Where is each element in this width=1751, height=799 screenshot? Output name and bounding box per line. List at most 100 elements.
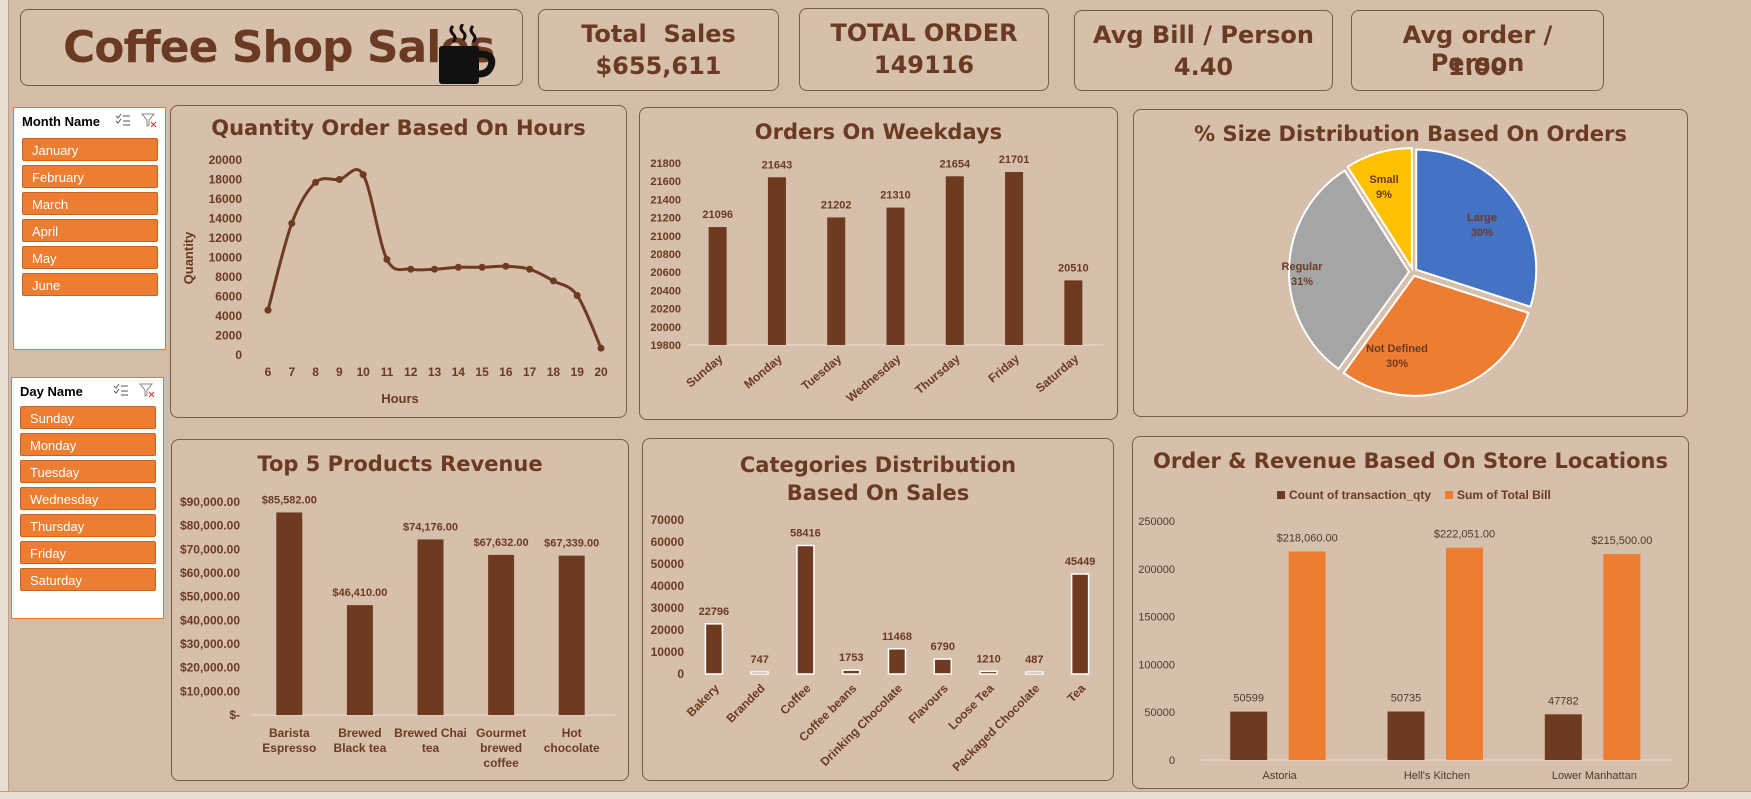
categories-bar-chart: 0 10000 20000 30000 40000 50000 60000 70000 2279…: [651, 513, 1096, 774]
y-tick-label: 4000: [215, 309, 242, 323]
x-tick-label: Flavours: [906, 681, 951, 726]
y-tick-label: 20000: [651, 623, 685, 637]
data-point: [383, 255, 391, 263]
slicer-item-january[interactable]: January: [22, 138, 158, 161]
slicer-item-sunday[interactable]: Sunday: [20, 406, 156, 429]
bar: [933, 658, 953, 675]
slicer-item-may[interactable]: May: [22, 246, 158, 269]
slicer-item-february[interactable]: February: [22, 165, 158, 188]
y-tick-label: 250000: [1138, 516, 1175, 528]
bar: [887, 648, 907, 675]
multi-select-icon[interactable]: [115, 113, 131, 127]
slicer-item-tuesday[interactable]: Tuesday: [20, 460, 156, 483]
slicer-item-monday[interactable]: Monday: [20, 433, 156, 456]
bar: [979, 670, 998, 675]
series-line: [266, 168, 603, 349]
slicer-item-wednesday[interactable]: Wednesday: [20, 487, 156, 510]
data-point: [454, 263, 462, 271]
x-tick-label: 10: [356, 365, 370, 379]
y-tick-label: 40000: [651, 579, 685, 593]
kpi-value: $655,611: [595, 52, 722, 80]
x-tick-label: 19: [571, 365, 585, 379]
y-tick-label: 100000: [1138, 659, 1175, 671]
month-slicer-header: Month Name: [22, 114, 100, 129]
x-tick-label: Branded: [723, 681, 767, 725]
clear-filter-icon[interactable]: [141, 113, 157, 127]
y-tick-label: 30000: [651, 601, 685, 615]
x-tick-label: 18: [547, 365, 561, 379]
bar: [1230, 711, 1268, 760]
y-tick-label: $-: [229, 708, 240, 722]
data-label: 6790: [931, 641, 955, 653]
x-tick-label: Hell's Kitchen: [1404, 770, 1470, 782]
x-tick-label: Brewed: [338, 726, 381, 740]
day-slicer-header: Day Name: [20, 384, 83, 399]
kpi-value: 1.00: [1447, 53, 1508, 81]
x-tick-label: Friday: [985, 351, 1022, 385]
bar: [796, 544, 815, 675]
data-label: 21654: [939, 158, 970, 170]
stores-chart-card: Order & Revenue Based On Store Locations…: [1132, 436, 1689, 789]
clear-filter-icon[interactable]: [139, 383, 155, 397]
data-label: $218,060.00: [1277, 533, 1338, 545]
y-tick-label: $90,000.00: [180, 495, 240, 509]
data-point: [335, 176, 343, 183]
data-label: 1210: [976, 653, 1000, 665]
data-point: [549, 277, 557, 285]
x-tick-label: Astoria: [1263, 770, 1298, 782]
slicer-item-friday[interactable]: Friday: [20, 541, 156, 564]
x-tick-label: 16: [499, 365, 513, 379]
data-label: 747: [750, 654, 768, 666]
x-tick-label: 12: [404, 365, 418, 379]
data-label: 50735: [1391, 692, 1422, 704]
bar: [1544, 714, 1582, 760]
data-label: 21310: [880, 190, 911, 202]
kpi-value: 4.40: [1173, 53, 1234, 81]
slice-label: Regular: [1282, 261, 1324, 273]
bar: [767, 177, 786, 345]
x-tick-label: 13: [428, 365, 442, 379]
weekday-bar-chart: 19800 20000 20200 20400 20600 20800 21000 21200…: [650, 154, 1103, 405]
weekday-chart-card: Orders On Weekdays 19800 20000 20200 20400 2…: [639, 107, 1118, 420]
hours-chart-card: Quantity Order Based On Hours 0 2000 4000 6…: [170, 105, 627, 418]
slicer-item-saturday[interactable]: Saturday: [20, 568, 156, 591]
x-tick-label: Brewed Chai: [394, 726, 467, 740]
y-tick-label: 20800: [650, 249, 681, 261]
legend-swatch: [1445, 491, 1453, 499]
y-tick-label: 0: [1169, 755, 1175, 767]
slicer-item-march[interactable]: March: [22, 192, 158, 215]
x-tick-label: 14: [452, 365, 466, 379]
data-point: [288, 219, 296, 227]
y-tick-label: $30,000.00: [180, 637, 240, 651]
bar: [1446, 547, 1483, 760]
x-tick-label: 6: [265, 365, 272, 379]
data-label: 487: [1025, 654, 1043, 666]
slicer-item-april[interactable]: April: [22, 219, 158, 242]
bar: [750, 671, 769, 675]
bar: [841, 669, 861, 675]
slicer-item-thursday[interactable]: Thursday: [20, 514, 156, 537]
day-slicer[interactable]: Day Name Sunday Monday Tuesday Wednesday Thu…: [11, 377, 164, 619]
bar: [417, 539, 444, 715]
data-point: [526, 265, 534, 273]
data-label: $215,500.00: [1591, 535, 1652, 547]
multi-select-icon[interactable]: [113, 383, 129, 397]
y-tick-label: $50,000.00: [180, 590, 240, 604]
kpi-value: 149116: [873, 51, 975, 79]
bar: [1064, 280, 1083, 345]
bar: [827, 217, 846, 345]
x-tick-label: Gourmet: [476, 726, 526, 740]
bar: [1387, 711, 1425, 760]
x-tick-label: Espresso: [262, 741, 316, 755]
x-tick-label: Black tea: [334, 741, 387, 755]
data-label: $67,632.00: [474, 537, 529, 549]
x-tick-label: Barista: [269, 726, 310, 740]
data-point: [478, 263, 486, 271]
data-label: 50599: [1233, 693, 1264, 705]
legend-swatch: [1277, 491, 1285, 499]
slicer-item-june[interactable]: June: [22, 273, 158, 296]
stores-bar-chart: 0 50000 100000 150000 200000 250000 Count of t…: [1138, 488, 1673, 782]
x-tick-label: 8: [312, 365, 319, 379]
month-slicer[interactable]: Month Name January February March April May J…: [13, 107, 166, 350]
y-tick-label: 10000: [651, 645, 685, 659]
